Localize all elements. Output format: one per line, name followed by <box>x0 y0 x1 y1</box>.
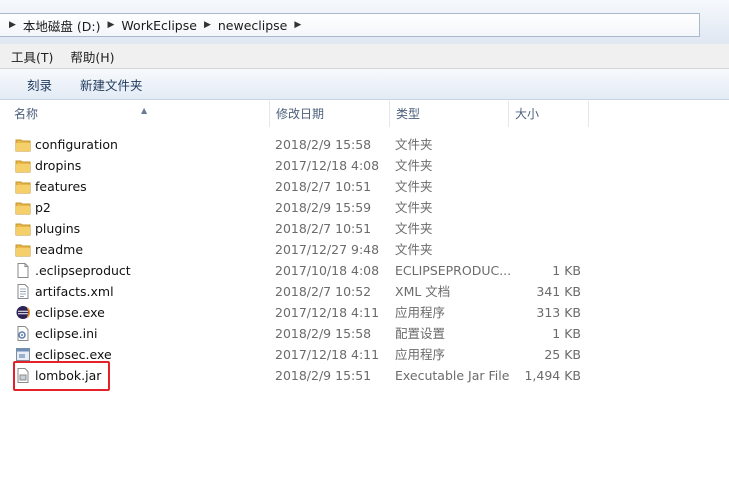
file-size: 1 KB <box>552 326 581 341</box>
file-row[interactable]: artifacts.xml 2018/2/7 10:52 XML 文档 341 … <box>0 281 729 302</box>
file-date: 2017/12/27 9:48 <box>275 242 380 257</box>
exe-icon <box>16 348 30 361</box>
file-name: readme <box>35 242 84 257</box>
column-size-label: 大小 <box>515 107 540 121</box>
menu-bar: 工具(T) 帮助(H) <box>0 44 729 69</box>
file-date: 2018/2/7 10:52 <box>275 284 372 299</box>
chevron-right-icon[interactable]: ▶ <box>6 20 19 30</box>
menu-help[interactable]: 帮助(H) <box>64 47 120 66</box>
file-date: 2018/2/9 15:59 <box>275 200 372 215</box>
file-list: configuration 2018/2/9 15:58 文件夹 dropins… <box>0 134 729 386</box>
file-type: Executable Jar File <box>395 368 510 383</box>
address-bar[interactable]: ▶ 本地磁盘 (D:) ▶ WorkEclipse ▶ neweclipse ▶ <box>0 13 700 37</box>
file-date: 2018/2/7 10:51 <box>275 179 372 194</box>
file-name: plugins <box>35 221 81 236</box>
address-bar-area: ▶ 本地磁盘 (D:) ▶ WorkEclipse ▶ neweclipse ▶ <box>0 0 729 45</box>
menu-tools[interactable]: 工具(T) <box>5 47 59 66</box>
file-type: 文件夹 <box>395 242 433 257</box>
column-type-label: 类型 <box>396 107 421 121</box>
folder-icon <box>15 244 31 257</box>
column-size[interactable]: 大小 <box>509 101 589 127</box>
file-type: 文件夹 <box>395 179 433 194</box>
file-date: 2018/2/9 15:58 <box>275 326 372 341</box>
file-name: .eclipseproduct <box>35 263 131 278</box>
file-type: 文件夹 <box>395 158 433 173</box>
file-date: 2017/12/18 4:11 <box>275 347 380 362</box>
file-type: 文件夹 <box>395 137 433 152</box>
breadcrumb-drive[interactable]: 本地磁盘 (D:) <box>19 16 105 35</box>
file-type: 文件夹 <box>395 221 433 236</box>
folder-icon <box>15 223 31 236</box>
file-row[interactable]: readme 2017/12/27 9:48 文件夹 <box>0 239 729 260</box>
new-folder-button[interactable]: 新建文件夹 <box>66 75 157 94</box>
highlight-box <box>13 361 110 391</box>
file-row[interactable]: configuration 2018/2/9 15:58 文件夹 <box>0 134 729 155</box>
file-date: 2018/2/9 15:58 <box>275 137 372 152</box>
file-date: 2017/10/18 4:08 <box>275 263 380 278</box>
folder-icon <box>15 139 31 152</box>
file-type: XML 文档 <box>395 284 451 299</box>
sort-ascending-icon: ▲ <box>141 106 148 115</box>
burn-button[interactable]: 刻录 <box>13 75 66 94</box>
file-name: eclipse.ini <box>35 326 98 341</box>
file-type: 应用程序 <box>395 347 446 362</box>
file-size: 341 KB <box>536 284 581 299</box>
file-name: dropins <box>35 158 82 173</box>
file-date: 2018/2/7 10:51 <box>275 221 372 236</box>
file-type: ECLIPSEPRODUC... <box>395 263 512 278</box>
file-name: artifacts.xml <box>35 284 114 299</box>
file-date: 2017/12/18 4:08 <box>275 158 380 173</box>
folder-icon <box>15 181 31 194</box>
folder-icon <box>15 160 31 173</box>
file-size: 1 KB <box>552 263 581 278</box>
file-size: 25 KB <box>544 347 581 362</box>
column-name-label: 名称 <box>14 107 39 121</box>
file-name: eclipse.exe <box>35 305 105 320</box>
breadcrumb-workeclipse[interactable]: WorkEclipse <box>117 18 201 33</box>
breadcrumb-neweclipse[interactable]: neweclipse <box>214 18 291 33</box>
command-bar: 刻录 新建文件夹 <box>0 69 729 100</box>
settings-file-icon <box>17 326 29 341</box>
chevron-right-icon[interactable]: ▶ <box>105 20 118 30</box>
chevron-right-icon[interactable]: ▶ <box>291 20 304 30</box>
xml-file-icon <box>17 284 29 299</box>
file-type: 文件夹 <box>395 200 433 215</box>
column-date[interactable]: 修改日期 <box>270 101 390 127</box>
file-name: configuration <box>35 137 118 152</box>
file-size: 313 KB <box>536 305 581 320</box>
file-row[interactable]: eclipse.exe 2017/12/18 4:11 应用程序 313 KB <box>0 302 729 323</box>
file-type: 配置设置 <box>395 326 446 341</box>
file-row[interactable]: .eclipseproduct 2017/10/18 4:08 ECLIPSEP… <box>0 260 729 281</box>
file-row[interactable]: features 2018/2/7 10:51 文件夹 <box>0 176 729 197</box>
file-row[interactable]: p2 2018/2/9 15:59 文件夹 <box>0 197 729 218</box>
column-date-label: 修改日期 <box>276 107 325 121</box>
file-date: 2018/2/9 15:51 <box>275 368 372 383</box>
file-row[interactable]: eclipse.ini 2018/2/9 15:58 配置设置 1 KB <box>0 323 729 344</box>
file-row[interactable]: dropins 2017/12/18 4:08 文件夹 <box>0 155 729 176</box>
column-name[interactable]: 名称 ▲ <box>8 101 270 127</box>
file-icon <box>17 263 29 278</box>
file-size: 1,494 KB <box>524 368 581 383</box>
file-type: 应用程序 <box>395 305 446 320</box>
file-date: 2017/12/18 4:11 <box>275 305 380 320</box>
file-name: p2 <box>35 200 51 215</box>
chevron-right-icon[interactable]: ▶ <box>201 20 214 30</box>
column-type[interactable]: 类型 <box>390 101 509 127</box>
column-header: 名称 ▲ 修改日期 类型 大小 <box>0 101 729 127</box>
eclipse-icon <box>16 306 31 319</box>
folder-icon <box>15 202 31 215</box>
file-row[interactable]: plugins 2018/2/7 10:51 文件夹 <box>0 218 729 239</box>
file-name: features <box>35 179 87 194</box>
